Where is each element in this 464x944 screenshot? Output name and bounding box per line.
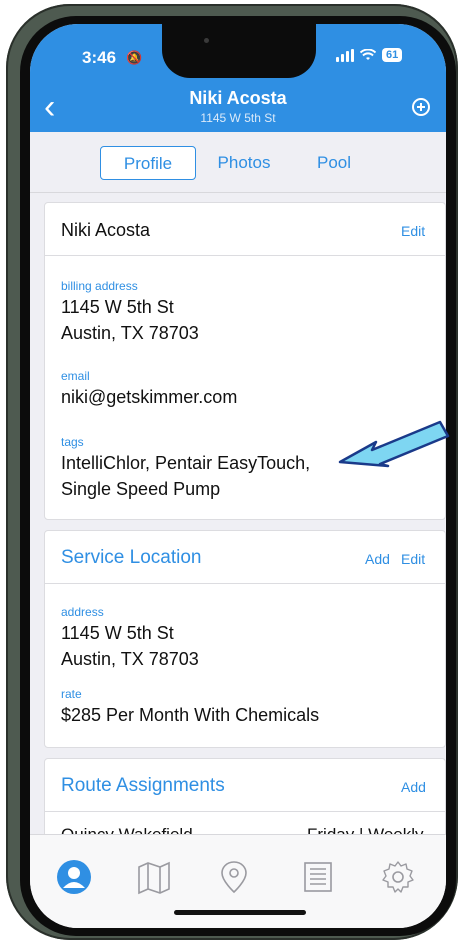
route-assignments-header: Route Assignments Add bbox=[45, 759, 445, 812]
segment-tabs: Profile Photos Pool bbox=[30, 132, 446, 193]
service-location-header: Service Location Add Edit bbox=[45, 531, 445, 584]
dynamic-island bbox=[162, 24, 316, 78]
map-icon[interactable] bbox=[136, 859, 172, 895]
billing-address-line1: 1145 W 5th St bbox=[61, 297, 174, 317]
email-label: email bbox=[61, 369, 90, 383]
volume-up-button bbox=[8, 260, 13, 326]
home-indicator bbox=[174, 910, 306, 915]
route-assignments-title: Route Assignments bbox=[61, 775, 225, 796]
status-icons: 61 bbox=[336, 48, 403, 62]
add-circle-icon[interactable] bbox=[412, 98, 430, 116]
address-line1: 1145 W 5th St bbox=[61, 623, 174, 643]
add-route-button[interactable]: Add bbox=[401, 779, 426, 795]
service-location-card: Service Location Add Edit address 1145 W… bbox=[44, 530, 446, 748]
list-icon[interactable] bbox=[300, 859, 336, 895]
mute-switch bbox=[8, 194, 13, 228]
gear-icon[interactable] bbox=[380, 859, 416, 895]
edit-service-location-button[interactable]: Edit bbox=[401, 551, 425, 567]
profile-card-header: Niki Acosta Edit bbox=[45, 203, 445, 256]
address-line2: Austin, TX 78703 bbox=[61, 649, 199, 669]
volume-down-button bbox=[8, 344, 13, 410]
battery-level: 61 bbox=[382, 48, 403, 62]
email-value[interactable]: niki@getskimmer.com bbox=[61, 385, 237, 409]
tags-line1: IntelliChlor, Pentair EasyTouch, bbox=[61, 453, 311, 473]
service-location-title: Service Location bbox=[61, 547, 202, 568]
annotation-arrow-icon bbox=[338, 420, 450, 468]
billing-address-line2: Austin, TX 78703 bbox=[61, 323, 199, 343]
rate-value: $285 Per Month With Chemicals bbox=[61, 705, 320, 725]
address-label: address bbox=[61, 605, 104, 619]
customer-name: Niki Acosta bbox=[61, 220, 151, 240]
tab-photos[interactable]: Photos bbox=[206, 146, 282, 180]
status-time: 3:46 bbox=[82, 48, 117, 67]
edit-profile-button[interactable]: Edit bbox=[401, 223, 425, 239]
tags-line2: Single Speed Pump bbox=[61, 479, 221, 499]
add-service-location-button[interactable]: Add bbox=[365, 551, 390, 567]
tab-profile[interactable]: Profile bbox=[100, 146, 196, 180]
tab-pool[interactable]: Pool bbox=[306, 146, 362, 180]
billing-address-label: billing address bbox=[61, 279, 138, 293]
page-title: Niki Acosta bbox=[189, 88, 287, 108]
wifi-icon bbox=[360, 49, 376, 60]
tags-label: tags bbox=[61, 435, 84, 449]
page-subtitle: 1145 W 5th St bbox=[200, 111, 276, 125]
rate-label: rate bbox=[61, 687, 82, 701]
signal-icon bbox=[336, 48, 354, 62]
mute-bell-icon: 🔕 bbox=[126, 50, 143, 65]
location-pin-icon[interactable] bbox=[216, 859, 252, 895]
person-icon[interactable] bbox=[56, 859, 92, 895]
